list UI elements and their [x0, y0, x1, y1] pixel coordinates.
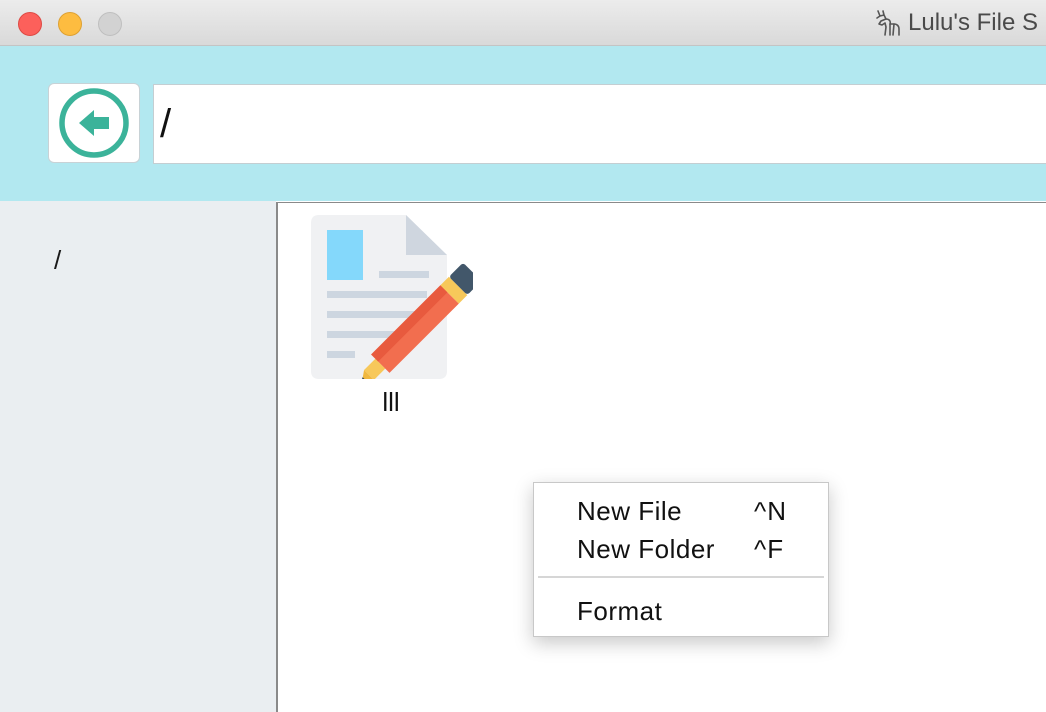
menu-item-shortcut: ^N — [754, 496, 787, 526]
context-menu: New File ^N New Folder ^F Format — [533, 482, 829, 637]
document-edit-icon — [311, 215, 473, 379]
path-input[interactable] — [153, 84, 1046, 164]
menu-item-label: New Folder — [577, 534, 715, 564]
menu-item-shortcut: ^F — [754, 534, 785, 564]
title-bar: Lulu's File S — [0, 0, 1046, 46]
menu-separator — [538, 576, 824, 578]
close-window-button[interactable] — [18, 12, 42, 36]
menu-item-label: New File — [577, 496, 683, 526]
deer-icon — [876, 10, 900, 36]
window-title: Lulu's File S — [908, 9, 1038, 36]
menu-item-new-file[interactable]: New File ^N — [534, 493, 828, 531]
window-title-group: Lulu's File S — [872, 9, 1038, 37]
back-button[interactable] — [48, 83, 140, 163]
navigation-toolbar — [0, 46, 1046, 201]
zoom-window-button[interactable] — [98, 12, 122, 36]
sidebar: / — [0, 201, 276, 712]
menu-item-format[interactable]: Format — [534, 593, 828, 631]
file-item[interactable]: lll — [311, 215, 473, 417]
minimize-window-button[interactable] — [58, 12, 82, 36]
arrow-left-circle-icon — [59, 88, 129, 158]
file-name-label: lll — [382, 387, 400, 417]
sidebar-item-root[interactable]: / — [54, 245, 61, 276]
menu-item-new-folder[interactable]: New Folder ^F — [534, 531, 828, 569]
file-browser-pane[interactable]: lll New File ^N New Folder ^F Format — [276, 202, 1046, 712]
menu-item-label: Format — [577, 596, 663, 626]
